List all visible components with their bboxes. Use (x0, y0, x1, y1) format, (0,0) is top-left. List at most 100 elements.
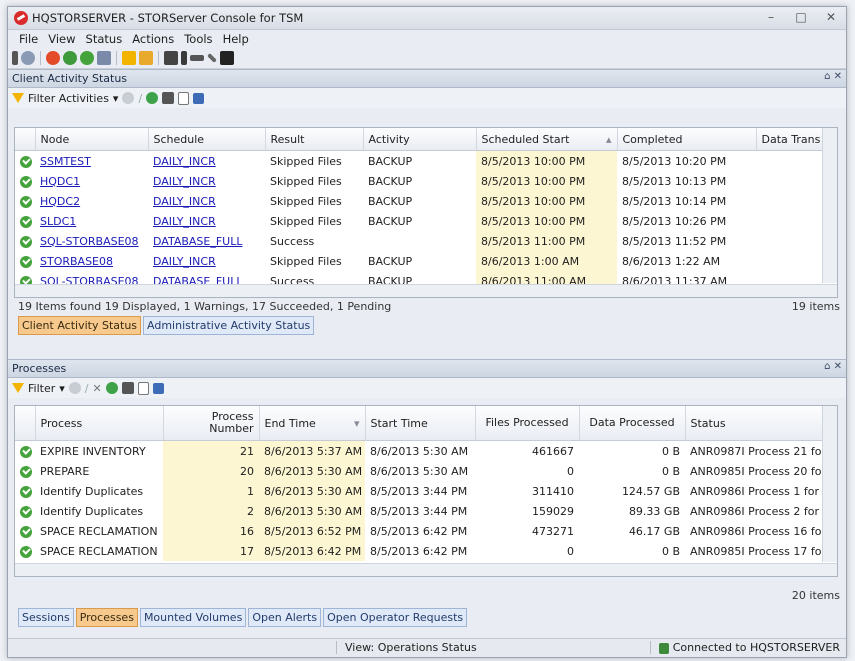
shield-icon[interactable] (21, 51, 35, 65)
close-icon[interactable]: ✕ (822, 10, 840, 24)
menu-actions[interactable]: Actions (127, 32, 179, 46)
table-row[interactable]: HQDC1 DAILY_INCR Skipped Files BACKUP 8/5/20… (15, 171, 823, 191)
tab-sessions[interactable]: Sessions (18, 608, 74, 627)
table-row[interactable]: Identify Duplicates 1 8/6/2013 5:30 AM 8/5/… (15, 481, 823, 501)
table-row[interactable]: SPACE RECLAMATION 17 8/5/2013 6:42 PM 8/5/2… (15, 541, 823, 561)
node-link[interactable]: SQL-STORBASE08 (35, 231, 148, 251)
help-icon[interactable] (152, 382, 164, 394)
node-link[interactable]: STORBASE08 (35, 251, 148, 271)
schedule-link-text[interactable]: DAILY_INCR (153, 255, 216, 268)
col-process[interactable]: Process (35, 406, 164, 441)
maximize-icon[interactable]: □ (792, 10, 810, 24)
node-link-text[interactable]: HQDC1 (40, 175, 80, 188)
processes-horizontal-scrollbar[interactable] (15, 563, 837, 576)
col-end-time[interactable]: End Time ▾ (259, 406, 366, 441)
refresh-status-icon[interactable] (63, 51, 77, 65)
wand-icon[interactable]: ∕ (138, 92, 142, 105)
table-row[interactable]: PREPARE 20 8/6/2013 5:30 AM 8/6/2013 5:30 A… (15, 461, 823, 481)
client-horizontal-scrollbar[interactable] (15, 284, 837, 297)
info-icon[interactable] (122, 92, 135, 104)
tab-open-alerts[interactable]: Open Alerts (248, 608, 322, 627)
filter-icon[interactable] (12, 93, 24, 103)
node-link-text[interactable]: SLDC1 (40, 215, 76, 228)
schedule-link-text[interactable]: DAILY_INCR (153, 175, 216, 188)
schedule-link[interactable]: DAILY_INCR (148, 211, 265, 231)
schedule-link[interactable]: DAILY_INCR (148, 251, 265, 271)
menu-view[interactable]: View (43, 32, 80, 46)
pane-pin-close-icons[interactable]: ⌂ ✕ (824, 71, 842, 82)
operator-icon[interactable] (139, 51, 153, 65)
tab-client-activity-status[interactable]: Client Activity Status (18, 316, 142, 335)
filter-button[interactable]: Filter (28, 382, 55, 395)
col-result[interactable]: Result (265, 128, 364, 151)
minimize-icon[interactable]: – (762, 10, 780, 24)
processes-vertical-scrollbar[interactable] (822, 406, 837, 562)
check-icon[interactable] (80, 51, 94, 65)
print-icon[interactable] (162, 92, 175, 104)
pane-pin-close-icons[interactable]: ⌂ ✕ (824, 361, 842, 372)
clipboard-icon[interactable] (137, 381, 149, 395)
col-status[interactable] (15, 406, 36, 441)
col-status-text[interactable]: Status (685, 406, 824, 441)
table-row[interactable]: SQL-STORBASE08 DATABASE_FULL Success 8/5/20… (15, 231, 823, 251)
menu-tools[interactable]: Tools (179, 32, 217, 46)
dropdown-arrow-icon[interactable]: ▾ (59, 382, 65, 395)
cancel-process-icon[interactable]: ✕ (93, 382, 102, 395)
node-link-text[interactable]: SQL-STORBASE08 (40, 235, 139, 248)
node-link[interactable]: SLDC1 (35, 211, 148, 231)
monitor-icon[interactable] (164, 51, 178, 65)
col-scheduled-start[interactable]: Scheduled Start ▴ (476, 128, 618, 151)
refresh-icon[interactable] (146, 92, 159, 104)
node-link-text[interactable]: SSMTEST (40, 155, 91, 168)
filter-icon[interactable] (12, 383, 24, 393)
wand-icon[interactable]: ∕ (85, 382, 89, 395)
table-row[interactable]: SPACE RECLAMATION 16 8/5/2013 6:52 PM 8/5/2… (15, 521, 823, 541)
schedule-link-text[interactable]: DAILY_INCR (153, 195, 216, 208)
tab-mounted-volumes[interactable]: Mounted Volumes (139, 608, 247, 627)
filter-activities-button[interactable]: Filter Activities (28, 92, 109, 105)
node-link-text[interactable]: HQDC2 (40, 195, 80, 208)
drive-icon[interactable] (190, 55, 204, 61)
client-vertical-scrollbar[interactable] (822, 128, 837, 283)
col-data-transferred[interactable]: Data Trans (756, 128, 824, 151)
list-icon[interactable] (97, 51, 111, 65)
tab-processes[interactable]: Processes (75, 608, 138, 627)
help-icon[interactable] (193, 92, 205, 104)
pie-chart-icon[interactable] (46, 51, 60, 65)
table-row[interactable]: HQDC2 DAILY_INCR Skipped Files BACKUP 8/5/20… (15, 191, 823, 211)
col-status[interactable] (15, 128, 36, 151)
library-icon[interactable] (12, 51, 18, 65)
print-icon[interactable] (121, 382, 134, 394)
node-link-text[interactable]: STORBASE08 (40, 255, 113, 268)
col-data-processed[interactable]: Data Processed (579, 406, 686, 441)
schedule-link-text[interactable]: DAILY_INCR (153, 155, 216, 168)
col-files-processed[interactable]: Files Processed (475, 406, 580, 441)
dropdown-arrow-icon[interactable]: ▾ (113, 92, 119, 105)
schedule-link-text[interactable]: DAILY_INCR (153, 215, 216, 228)
col-node[interactable]: Node (35, 128, 149, 151)
tab-open-operator-requests[interactable]: Open Operator Requests (323, 608, 468, 627)
schedule-link[interactable]: DATABASE_FULL (148, 231, 265, 251)
schedule-link[interactable]: DAILY_INCR (148, 171, 265, 191)
menu-file[interactable]: File (14, 32, 43, 46)
col-completed[interactable]: Completed (617, 128, 757, 151)
node-link[interactable]: HQDC2 (35, 191, 148, 211)
tsm-console-icon[interactable] (220, 51, 234, 65)
col-activity[interactable]: Activity (363, 128, 477, 151)
warning-icon[interactable] (122, 51, 136, 65)
col-start-time[interactable]: Start Time (365, 406, 476, 441)
node-link[interactable]: HQDC1 (35, 171, 148, 191)
schedule-link[interactable]: DAILY_INCR (148, 191, 265, 211)
menu-help[interactable]: Help (218, 32, 254, 46)
schedule-link-text[interactable]: DATABASE_FULL (153, 235, 242, 248)
info-icon[interactable] (68, 382, 81, 394)
clipboard-icon[interactable] (178, 91, 190, 105)
table-row[interactable]: STORBASE08 DAILY_INCR Skipped Files BACKUP 8… (15, 251, 823, 271)
pen-icon[interactable] (207, 53, 217, 63)
tape-icon[interactable] (181, 51, 187, 65)
schedule-link[interactable]: DAILY_INCR (148, 151, 265, 172)
col-schedule[interactable]: Schedule (148, 128, 266, 151)
menu-status[interactable]: Status (81, 32, 128, 46)
node-link[interactable]: SSMTEST (35, 151, 148, 172)
tab-administrative-activity-status[interactable]: Administrative Activity Status (143, 316, 315, 335)
